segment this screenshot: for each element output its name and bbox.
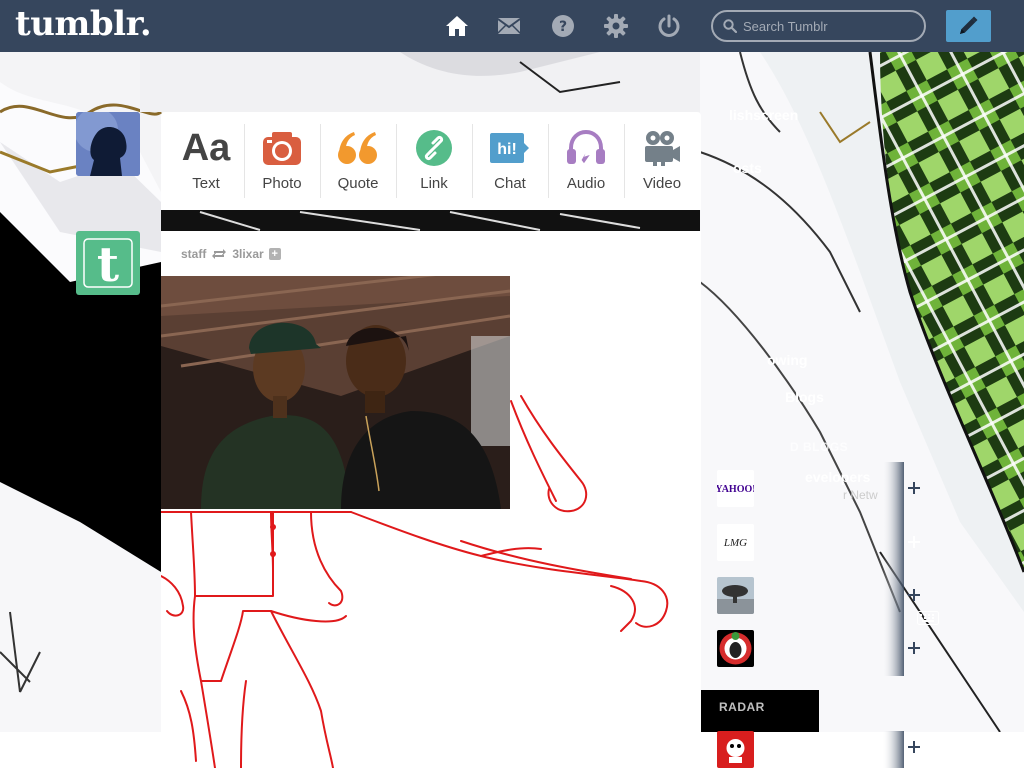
post-photo[interactable] <box>161 276 510 509</box>
recommended-blog-name[interactable]: evelopers <box>805 469 870 485</box>
recommended-blog-avatar[interactable] <box>717 577 754 614</box>
chat-icon: hi! <box>472 130 548 166</box>
sidebar-item-blogs[interactable]: Blogs <box>785 389 824 405</box>
search-input[interactable] <box>743 17 913 35</box>
sidebar-item-following[interactable]: owing <box>767 352 807 368</box>
reblog-source-link[interactable]: 3lixar <box>232 247 263 261</box>
user-avatar[interactable] <box>76 112 140 176</box>
power-icon[interactable] <box>657 14 681 38</box>
recommended-blog-avatar[interactable]: LMG <box>717 524 754 561</box>
post-card: staff 3lixar + <box>161 231 701 768</box>
camera-icon <box>244 130 320 166</box>
radar-heading: RADAR <box>719 700 765 714</box>
radar-follow-shade <box>882 731 904 768</box>
post-header: staff 3lixar + <box>181 247 281 261</box>
follow-blog-plus-icon[interactable] <box>908 482 920 494</box>
radar-blog-avatar[interactable] <box>717 731 754 768</box>
pencil-icon <box>960 16 978 34</box>
text-icon: Aa <box>181 126 231 169</box>
settings-icon[interactable] <box>604 14 628 38</box>
video-camera-icon <box>624 130 700 166</box>
post-audio-button[interactable]: Audio <box>548 112 624 210</box>
svg-text:hi!: hi! <box>497 141 517 158</box>
post-photo-button[interactable]: Photo <box>244 112 320 210</box>
svg-text:YAHOO!: YAHOO! <box>717 484 754 495</box>
help-icon[interactable]: ? <box>551 14 575 38</box>
follow-blog-plus-icon[interactable] <box>908 536 920 548</box>
quote-icon <box>320 130 396 166</box>
link-icon <box>396 130 472 166</box>
post-chat-button[interactable]: hi! Chat <box>472 112 548 210</box>
radar-section: RADAR <box>701 690 819 732</box>
headphones-icon <box>548 130 624 166</box>
post-link-button[interactable]: Link <box>396 112 472 210</box>
svg-text:t: t <box>97 237 119 293</box>
svg-text:LMG: LMG <box>723 537 747 549</box>
keyboard-icon[interactable] <box>917 611 939 625</box>
recommended-blog-subtitle: r Netw <box>843 488 878 502</box>
follow-blog-plus-icon[interactable] <box>908 589 920 601</box>
search-icon <box>723 19 737 33</box>
follow-blog-plus-icon[interactable] <box>908 642 920 654</box>
svg-text:?: ? <box>559 19 567 35</box>
follow-column-shade <box>882 462 904 676</box>
follow-button[interactable]: + <box>268 248 281 260</box>
post-type-bar: Aa Text Photo Quote Link hi! Chat Audio … <box>161 112 701 210</box>
radar-follow-plus-icon[interactable] <box>908 741 920 753</box>
home-icon[interactable] <box>445 14 469 38</box>
compose-post-button[interactable] <box>946 10 991 42</box>
recommended-blog-avatar[interactable]: YAHOO! <box>717 470 754 507</box>
post-author-link[interactable]: staff <box>181 247 206 261</box>
search-box[interactable] <box>711 10 926 42</box>
reblog-icon <box>212 249 227 259</box>
staff-avatar[interactable]: t <box>76 231 140 295</box>
top-navigation-bar: tumblr. ? <box>0 0 1024 52</box>
mail-icon[interactable] <box>497 14 521 38</box>
post-quote-button[interactable]: Quote <box>320 112 396 210</box>
tumblr-logo[interactable]: tumblr. <box>15 4 152 44</box>
recommended-blogs-heading: D BLOGS <box>790 440 849 454</box>
recommended-blog-avatar[interactable] <box>717 630 754 667</box>
post-video-button[interactable]: Video <box>624 112 700 210</box>
post-text-button[interactable]: Aa Text <box>168 112 244 210</box>
sidebar-item-posts[interactable]: osts <box>733 160 762 176</box>
sidebar-blog-name[interactable]: lishscreen <box>729 107 798 123</box>
